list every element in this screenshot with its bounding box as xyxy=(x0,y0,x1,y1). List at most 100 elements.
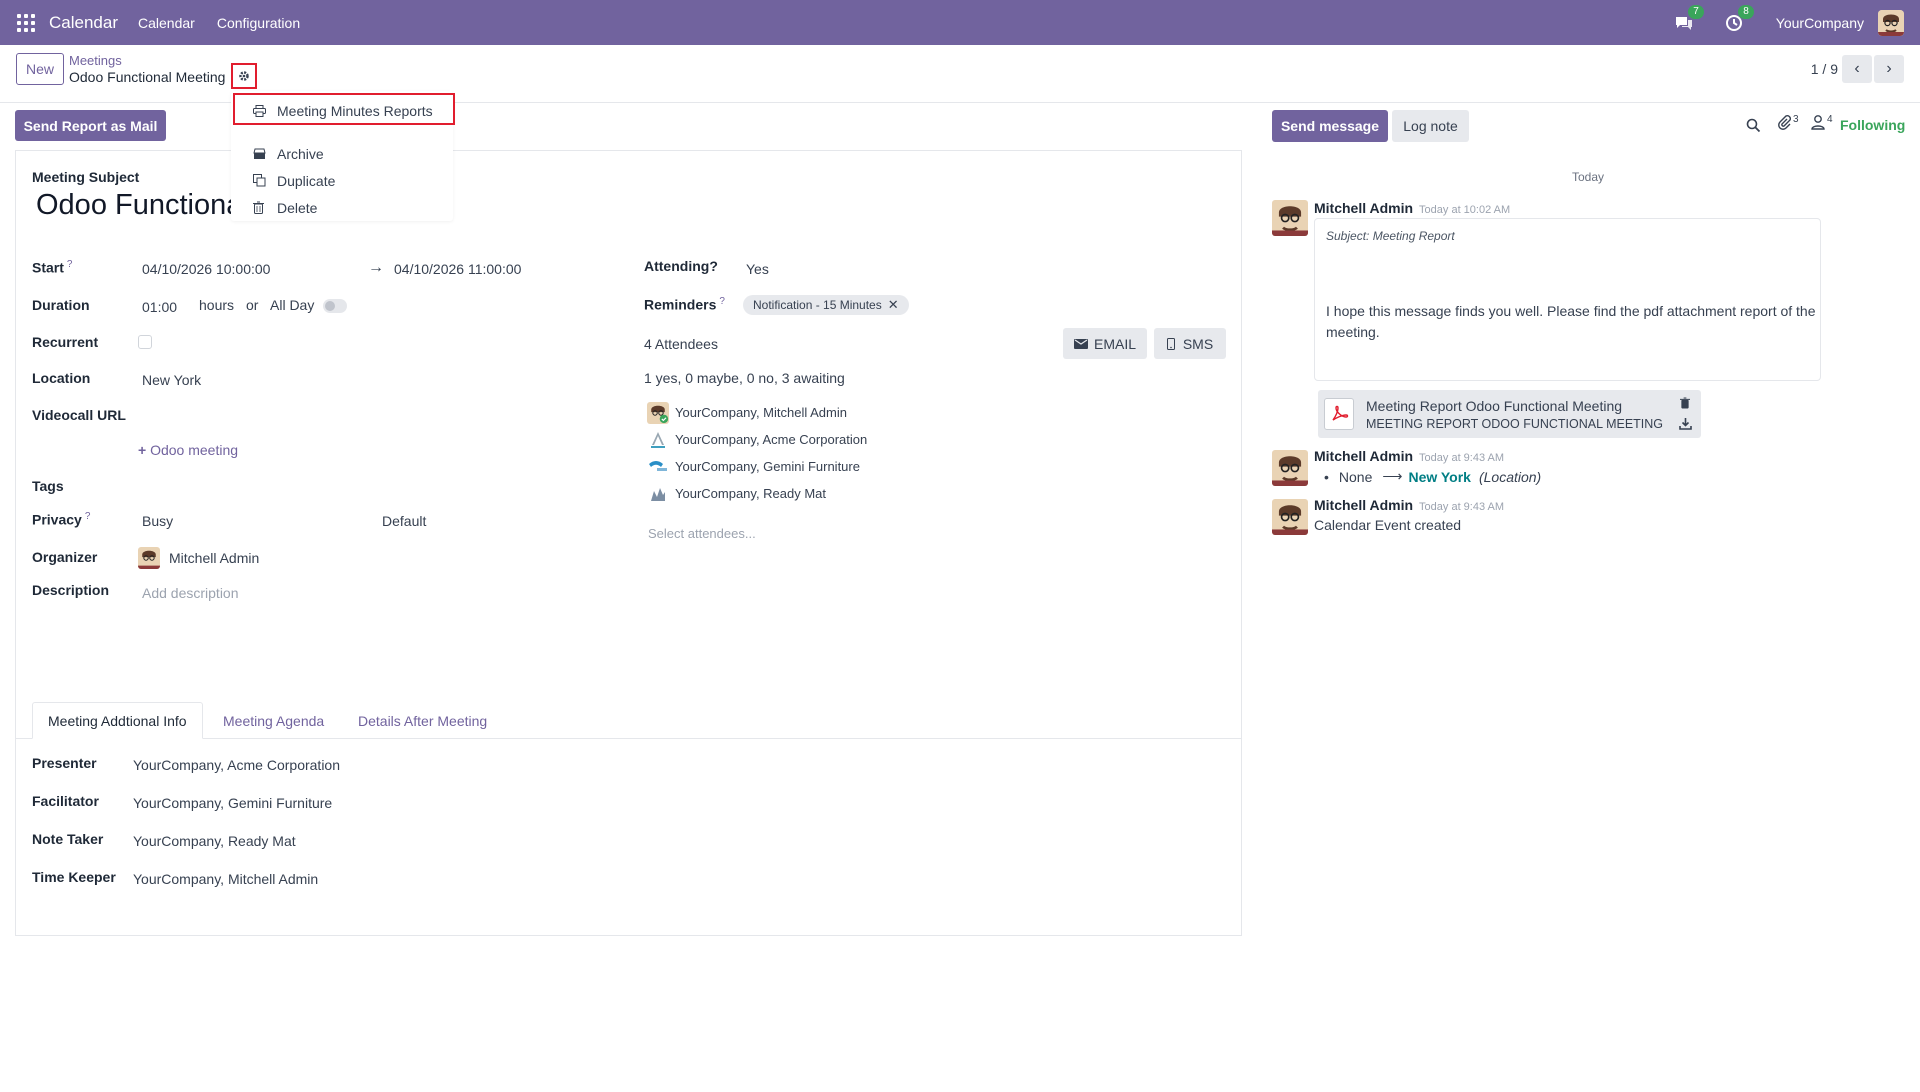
chevron-left-icon: ‹ xyxy=(1854,60,1860,77)
subject-label: Meeting Subject xyxy=(32,169,140,185)
message-text: Calendar Event created xyxy=(1314,517,1462,533)
duration-input[interactable]: 01:00 xyxy=(142,299,177,315)
attendee-avatar xyxy=(647,483,669,505)
user-avatar[interactable] xyxy=(1878,9,1904,36)
tab-meeting-additional-info[interactable]: Meeting Addtional Info xyxy=(32,702,203,739)
attachment-type: MEETING REPORT ODOO FUNCTIONAL MEETING xyxy=(1366,417,1664,431)
remove-tag-icon[interactable]: ✕ xyxy=(888,297,899,313)
attendees-input[interactable]: Select attendees... xyxy=(648,526,756,541)
new-button[interactable]: New xyxy=(16,53,64,85)
highlight-box xyxy=(233,93,455,125)
message-text: I hope this message finds you well. Plea… xyxy=(1326,303,1816,340)
time-keeper-label: Time Keeper xyxy=(32,869,116,885)
menu-calendar[interactable]: Calendar xyxy=(138,15,195,31)
attachments-button[interactable]: 3 xyxy=(1777,114,1799,130)
delete-attachment-icon[interactable] xyxy=(1680,396,1690,412)
attendee-item[interactable]: YourCompany, Acme Corporation xyxy=(675,432,867,447)
tracking-value: • None ⟶ New York (Location) xyxy=(1324,468,1542,485)
hours-text: hours xyxy=(199,297,235,313)
breadcrumb-meetings[interactable]: Meetings xyxy=(69,53,122,68)
send-report-button[interactable]: Send Report as Mail xyxy=(15,110,166,141)
menu-item-duplicate[interactable]: Duplicate xyxy=(231,167,453,194)
allday-toggle[interactable] xyxy=(323,299,347,313)
gear-icon[interactable] xyxy=(231,63,257,89)
sms-button[interactable]: SMS xyxy=(1154,328,1226,359)
email-button[interactable]: EMAIL xyxy=(1063,328,1147,359)
apps-menu-icon[interactable] xyxy=(17,13,35,32)
time-keeper-input[interactable]: YourCompany, Mitchell Admin xyxy=(133,871,318,887)
menu-configuration[interactable]: Configuration xyxy=(217,15,300,31)
attending-select[interactable]: Yes xyxy=(746,261,769,277)
recurrent-checkbox[interactable] xyxy=(138,335,152,349)
stop-input[interactable]: 04/10/2026 11:00:00 xyxy=(394,261,521,277)
user-icon xyxy=(1811,115,1825,130)
privacy-default-select[interactable]: Default xyxy=(382,513,426,529)
note-taker-label: Note Taker xyxy=(32,831,104,847)
plus-icon: + xyxy=(138,442,151,458)
attachment-name: Meeting Report Odoo Functional Meeting xyxy=(1366,398,1623,414)
message-subject: Subject: Meeting Report xyxy=(1326,229,1455,243)
privacy-busy-select[interactable]: Busy xyxy=(142,513,173,529)
reminder-tag: Notification - 15 Minutes ✕ xyxy=(743,295,909,315)
note-taker-input[interactable]: YourCompany, Ready Mat xyxy=(133,833,296,849)
archive-icon xyxy=(253,148,271,160)
duration-label: Duration xyxy=(32,297,90,313)
download-icon[interactable] xyxy=(1679,417,1692,433)
menu-item-delete[interactable]: Delete xyxy=(231,194,453,221)
attendee-avatar xyxy=(647,429,669,451)
message-author[interactable]: Mitchell Admin Today at 9:43 AM xyxy=(1314,448,1504,464)
messages-icon[interactable]: 7 xyxy=(1674,4,1704,33)
tab-meeting-agenda[interactable]: Meeting Agenda xyxy=(223,702,324,739)
attendee-item[interactable]: YourCompany, Mitchell Admin xyxy=(675,405,847,420)
attachment-card[interactable]: Meeting Report Odoo Functional Meeting M… xyxy=(1318,390,1701,438)
arrow-right-icon: → xyxy=(368,259,384,276)
privacy-label: Privacy? xyxy=(32,511,91,528)
search-icon[interactable] xyxy=(1746,118,1761,136)
followers-count: 4 xyxy=(1827,114,1833,125)
message-avatar[interactable] xyxy=(1272,200,1308,236)
presenter-input[interactable]: YourCompany, Acme Corporation xyxy=(133,757,340,773)
pdf-icon xyxy=(1324,398,1354,430)
attendee-item[interactable]: YourCompany, Ready Mat xyxy=(675,486,826,501)
send-message-button[interactable]: Send message xyxy=(1272,110,1388,142)
messages-badge: 7 xyxy=(1688,4,1704,19)
facilitator-input[interactable]: YourCompany, Gemini Furniture xyxy=(133,795,332,811)
organizer-avatar xyxy=(138,547,160,569)
tab-details-after-meeting[interactable]: Details After Meeting xyxy=(358,702,487,739)
pager-next-button[interactable]: › xyxy=(1874,55,1904,83)
activities-icon[interactable]: 8 xyxy=(1724,4,1754,33)
following-button[interactable]: Following xyxy=(1840,117,1905,133)
app-name[interactable]: Calendar xyxy=(49,13,118,33)
location-label: Location xyxy=(32,370,91,386)
chevron-right-icon: › xyxy=(1886,60,1892,77)
pager-previous-button[interactable]: ‹ xyxy=(1842,55,1872,83)
location-input[interactable]: New York xyxy=(142,372,201,388)
attendee-item[interactable]: YourCompany, Gemini Furniture xyxy=(675,459,860,474)
pager-value[interactable]: 1 / 9 xyxy=(1811,61,1838,77)
activities-badge: 8 xyxy=(1738,4,1754,19)
menu-item-archive[interactable]: Archive xyxy=(231,140,453,167)
message-avatar[interactable] xyxy=(1272,499,1308,535)
message-author[interactable]: Mitchell Admin Today at 9:43 AM xyxy=(1314,497,1504,513)
tags-label: Tags xyxy=(32,478,64,494)
attendees-summary: 1 yes, 0 maybe, 0 no, 3 awaiting xyxy=(644,370,845,386)
organizer-label: Organizer xyxy=(32,549,98,565)
trash-icon xyxy=(253,201,271,214)
arrow-right-icon: ⟶ xyxy=(1382,468,1403,484)
message-avatar[interactable] xyxy=(1272,450,1308,486)
company-name[interactable]: YourCompany xyxy=(1776,15,1864,31)
presenter-label: Presenter xyxy=(32,755,97,771)
odoo-meeting-link[interactable]: + Odoo meeting xyxy=(138,442,238,458)
log-note-button[interactable]: Log note xyxy=(1392,110,1469,142)
message-author[interactable]: Mitchell Admin Today at 10:02 AM xyxy=(1314,200,1510,216)
top-navbar: Calendar Calendar Configuration 7 8 Your… xyxy=(0,0,1920,45)
organizer-input[interactable]: Mitchell Admin xyxy=(169,550,259,566)
date-separator: Today xyxy=(1572,170,1605,184)
bullet: • xyxy=(1324,468,1329,485)
start-input[interactable]: 04/10/2026 10:00:00 xyxy=(142,261,270,277)
meeting-subject-input[interactable]: Odoo Functional Meeting xyxy=(36,189,236,222)
attending-label: Attending? xyxy=(644,258,718,274)
followers-button[interactable]: 4 xyxy=(1811,114,1833,130)
description-input[interactable]: Add description xyxy=(142,585,239,601)
paperclip-icon xyxy=(1778,115,1791,130)
